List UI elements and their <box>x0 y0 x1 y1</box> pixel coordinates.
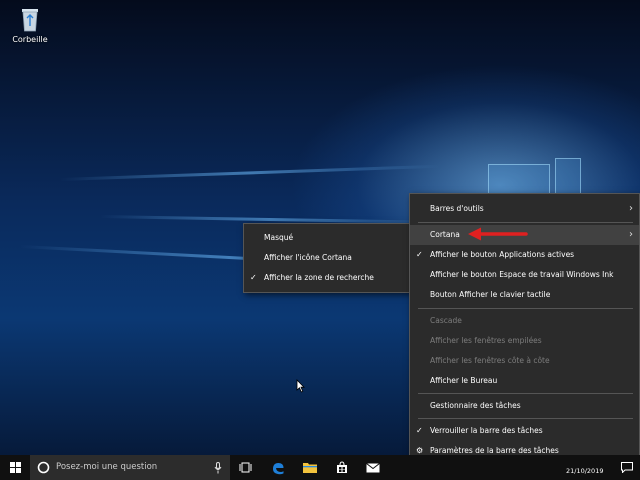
desktop-icon-label: Corbeille <box>12 35 48 44</box>
menu-item-show-desktop[interactable]: Afficher le Bureau <box>410 371 639 391</box>
windows-logo-pane <box>555 158 581 196</box>
menu-item-label: Afficher le bouton Applications actives <box>430 250 575 259</box>
light-beam <box>59 164 440 181</box>
menu-item-label: Bouton Afficher le clavier tactile <box>430 290 551 299</box>
menu-separator <box>418 308 633 309</box>
search-placeholder: Posez-moi une question <box>56 462 158 472</box>
menu-item-show-windows-ink[interactable]: Afficher le bouton Espace de travail Win… <box>410 265 639 285</box>
menu-separator <box>418 222 633 223</box>
submenu-item-show-search-box[interactable]: ✓ Afficher la zone de recherche <box>244 268 411 288</box>
menu-item-label: Afficher le Bureau <box>430 376 498 385</box>
menu-item-label: Barres d'outils <box>430 204 484 213</box>
menu-separator <box>418 418 633 419</box>
menu-item-toolbars[interactable]: Barres d'outils › <box>410 199 639 219</box>
notification-icon <box>621 462 633 473</box>
checkmark-icon: ✓ <box>416 250 423 259</box>
menu-item-label: Gestionnaire des tâches <box>430 401 521 410</box>
microphone-icon[interactable] <box>214 462 222 474</box>
menu-item-label: Paramètres de la barre des tâches <box>430 446 559 455</box>
checkmark-icon: ✓ <box>250 273 257 282</box>
clock-date[interactable]: 21/10/2019 <box>566 467 603 475</box>
submenu-item-hidden[interactable]: Masqué <box>244 228 411 248</box>
cortana-icon <box>37 461 50 474</box>
menu-item-label: Afficher l'icône Cortana <box>264 253 352 262</box>
chevron-right-icon: › <box>629 203 633 214</box>
chevron-right-icon: › <box>629 229 633 240</box>
mail-icon <box>366 463 380 473</box>
task-view-button[interactable] <box>232 455 258 480</box>
menu-item-lock-taskbar[interactable]: ✓ Verrouiller la barre des tâches <box>410 421 639 441</box>
menu-item-label: Afficher la zone de recherche <box>264 273 374 282</box>
menu-item-label: Afficher les fenêtres côte à côte <box>430 356 550 365</box>
search-box[interactable]: Posez-moi une question <box>30 455 230 480</box>
checkmark-icon: ✓ <box>416 426 423 435</box>
menu-item-label: Cascade <box>430 316 462 325</box>
menu-item-label: Afficher le bouton Espace de travail Win… <box>430 270 614 279</box>
file-explorer-button[interactable] <box>297 455 323 480</box>
recycle-bin-shortcut[interactable]: Corbeille <box>8 6 52 44</box>
recycle-bin-icon <box>19 6 41 32</box>
start-button[interactable] <box>0 455 30 480</box>
menu-item-label: Afficher les fenêtres empilées <box>430 336 542 345</box>
menu-item-side-by-side: Afficher les fenêtres côte à côte <box>410 351 639 371</box>
edge-button[interactable] <box>265 455 291 480</box>
file-explorer-icon <box>303 463 317 473</box>
store-icon <box>337 461 347 473</box>
annotation-arrow-icon <box>468 227 528 241</box>
mouse-cursor-icon <box>296 379 305 393</box>
windows-logo-pane <box>488 164 550 196</box>
menu-item-label: Cortana <box>430 230 460 239</box>
menu-item-task-manager[interactable]: Gestionnaire des tâches <box>410 396 639 416</box>
task-view-icon <box>239 462 252 473</box>
menu-item-label: Verrouiller la barre des tâches <box>430 426 543 435</box>
cortana-submenu: Masqué Afficher l'icône Cortana ✓ Affich… <box>243 223 412 293</box>
menu-item-show-task-view[interactable]: ✓ Afficher le bouton Applications active… <box>410 245 639 265</box>
submenu-item-show-cortana-icon[interactable]: Afficher l'icône Cortana <box>244 248 411 268</box>
edge-icon <box>273 463 284 475</box>
menu-separator <box>418 393 633 394</box>
store-button[interactable] <box>329 455 355 480</box>
windows-logo-icon <box>10 462 21 473</box>
menu-item-touch-keyboard[interactable]: Bouton Afficher le clavier tactile <box>410 285 639 305</box>
action-center-button[interactable] <box>616 455 638 480</box>
menu-item-label: Masqué <box>264 233 294 242</box>
menu-item-stacked: Afficher les fenêtres empilées <box>410 331 639 351</box>
taskbar[interactable]: Posez-moi une question 21/10/2019 <box>0 455 640 480</box>
mail-button[interactable] <box>360 455 386 480</box>
menu-item-cascade: Cascade <box>410 311 639 331</box>
